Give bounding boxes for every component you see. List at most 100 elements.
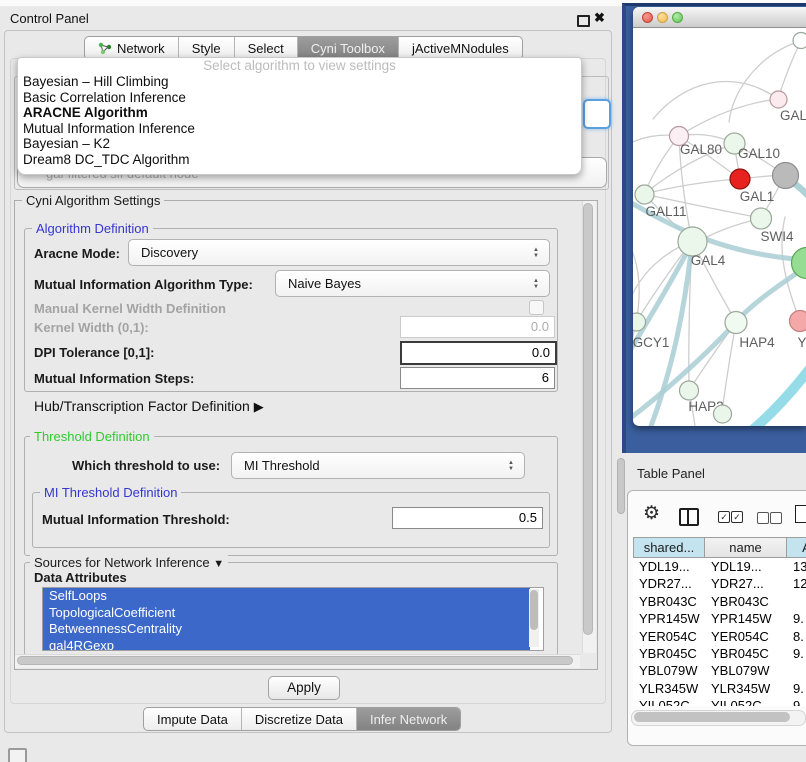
table-row[interactable]: YIL052CYIL052C9.: [633, 697, 806, 706]
dpi-tolerance-field[interactable]: 0.0: [400, 341, 557, 365]
which-threshold-combo[interactable]: MI Threshold: [231, 452, 525, 479]
tab-impute-data[interactable]: Impute Data: [144, 708, 242, 730]
table-cell: YPR145W: [633, 610, 705, 627]
table-row[interactable]: YPR145WYPR145W9.: [633, 610, 806, 627]
threshold-definition-title: Threshold Definition: [30, 429, 154, 444]
node-label-gal10: GAL10: [738, 146, 780, 161]
expand-right-icon: ▶: [254, 399, 264, 414]
dropdown-item-basic-correlation-inference[interactable]: Basic Correlation Inference: [18, 90, 581, 106]
network-node-gcy1[interactable]: [633, 313, 646, 331]
hub-definition-toggle[interactable]: Hub/Transcription Factor Definition ▶: [34, 398, 264, 415]
tab-select[interactable]: Select: [235, 37, 298, 59]
kernel-width-field[interactable]: 0.0: [400, 316, 555, 338]
checkbox-checked-icon[interactable]: ✓: [718, 511, 730, 523]
table-row[interactable]: YDR27...YDR27...12: [633, 575, 806, 592]
aracne-mode-combo[interactable]: Discovery: [128, 239, 550, 266]
network-node-hap4[interactable]: [725, 312, 747, 334]
table-row[interactable]: YDL19...YDL19...13: [633, 558, 806, 575]
attribute-item-betweennesscentrality[interactable]: BetweennessCentrality: [43, 621, 530, 638]
table-hscrollbar-thumb[interactable]: [634, 712, 790, 722]
table-row[interactable]: YBR043CYBR043C: [633, 593, 806, 610]
network-window-titlebar[interactable]: [633, 7, 806, 28]
manual-kernel-checkbox[interactable]: [529, 300, 544, 315]
node-label-gal4: GAL4: [691, 253, 726, 268]
table-cell: YDR27...: [705, 575, 787, 592]
dropdown-placeholder: Select algorithm to view settings: [18, 58, 581, 74]
checkbox-unchecked-icon[interactable]: [757, 512, 769, 524]
table-cell: 9.: [787, 680, 806, 697]
window-close-button[interactable]: [642, 12, 653, 23]
table-row[interactable]: YBL079WYBL079W: [633, 662, 806, 679]
table-row[interactable]: YBR045CYBR045C9.: [633, 645, 806, 662]
settings-vscrollbar-thumb[interactable]: [583, 203, 593, 635]
network-node[interactable]: [773, 163, 799, 189]
close-panel-icon[interactable]: ✖: [594, 10, 605, 26]
table-cell: YER054C: [633, 628, 705, 645]
network-node[interactable]: [714, 405, 732, 423]
network-node-y[interactable]: [790, 311, 806, 332]
table-row[interactable]: YLR345WYLR345W9.: [633, 680, 806, 697]
page-icon[interactable]: [795, 505, 806, 523]
kernel-width-label: Kernel Width (0,1):: [34, 320, 149, 335]
mi-steps-field[interactable]: 6: [400, 367, 555, 389]
network-icon: [98, 42, 112, 55]
apply-button[interactable]: Apply: [268, 676, 340, 700]
table-row[interactable]: YER054CYER054C8.: [633, 628, 806, 645]
dropdown-item-aracne-algorithm[interactable]: ARACNE Algorithm: [18, 105, 581, 121]
gear-icon[interactable]: ⚙: [643, 504, 660, 523]
network-node-gal[interactable]: [770, 91, 787, 108]
float-panel-icon[interactable]: [577, 15, 590, 27]
algorithm-definition-title: Algorithm Definition: [32, 221, 153, 236]
network-node-gal11[interactable]: [635, 185, 654, 204]
dropdown-item-dream8-dc-tdc-algorithm[interactable]: Dream8 DC_TDC Algorithm: [18, 152, 581, 168]
network-edge: [644, 136, 679, 194]
network-graph[interactable]: GALGAL80GAL10GAL1GAL11SWI4GAL4GCY1HAP4YH…: [633, 27, 806, 426]
tab-style[interactable]: Style: [179, 37, 235, 59]
combo-arrows-icon: [533, 278, 541, 290]
table-cell: YBR045C: [705, 645, 787, 662]
dropdown-item-bayesian-k2[interactable]: Bayesian – K2: [18, 136, 581, 152]
network-node-hap2[interactable]: [680, 381, 699, 400]
network-window: GALGAL80GAL10GAL1GAL11SWI4GAL4GCY1HAP4YH…: [633, 7, 806, 426]
table-cell: YBL079W: [705, 662, 787, 679]
tab-network[interactable]: Network: [85, 37, 179, 59]
tab-discretize-data[interactable]: Discretize Data: [242, 708, 357, 730]
attribute-item-selfloops[interactable]: SelfLoops: [43, 588, 530, 605]
attribute-item-gal4rgexp[interactable]: gal4RGexp: [43, 638, 530, 652]
window-minimize-button[interactable]: [657, 12, 668, 23]
network-node-gal4[interactable]: [678, 227, 707, 256]
window-zoom-button[interactable]: [672, 12, 683, 23]
panel-divider-grip[interactable]: [617, 458, 625, 514]
network-node-swi4[interactable]: [751, 208, 772, 229]
tab-cyni-toolbox-label: Cyni Toolbox: [311, 41, 385, 56]
settings-hscrollbar-thumb[interactable]: [17, 656, 573, 665]
column-header-name[interactable]: name: [705, 537, 787, 558]
network-node[interactable]: [793, 33, 806, 49]
table-cell: [787, 593, 806, 610]
aracne-mode-value: Discovery: [141, 240, 198, 265]
table-panel-title: Table Panel: [637, 466, 705, 481]
table-cell: YIL052C: [705, 697, 787, 706]
tab-jactivemnodules[interactable]: jActiveMNodules: [399, 37, 522, 59]
checkbox-checked-icon[interactable]: ✓: [731, 511, 743, 523]
table-cell: 12: [787, 575, 806, 592]
node-label-swi4: SWI4: [760, 229, 793, 244]
algorithm-combo-focus-fragment[interactable]: [583, 99, 611, 129]
tab-cyni-toolbox[interactable]: Cyni Toolbox: [298, 37, 399, 59]
attributes-scrollbar-thumb[interactable]: [530, 590, 538, 630]
minimized-panel-icon[interactable]: [8, 748, 27, 762]
tab-infer-network[interactable]: Infer Network: [357, 708, 460, 730]
network-edge: [653, 82, 778, 119]
table-header-row: shared...nameA: [633, 537, 806, 558]
mi-threshold-field[interactable]: 0.5: [392, 507, 543, 529]
column-header-a[interactable]: A: [787, 537, 806, 558]
column-header-shared[interactable]: shared...: [633, 537, 705, 558]
attribute-item-topologicalcoefficient[interactable]: TopologicalCoefficient: [43, 605, 530, 622]
checkbox-unchecked-icon[interactable]: [770, 512, 782, 524]
dropdown-item-mutual-information-inference[interactable]: Mutual Information Inference: [18, 121, 581, 137]
sources-toggle[interactable]: Sources for Network Inference ▼: [30, 555, 228, 570]
columns-icon[interactable]: [679, 508, 699, 526]
mi-type-combo[interactable]: Naive Bayes: [275, 270, 550, 297]
network-node-gal1[interactable]: [730, 169, 750, 189]
dropdown-item-bayesian-hill-climbing[interactable]: Bayesian – Hill Climbing: [18, 74, 581, 90]
